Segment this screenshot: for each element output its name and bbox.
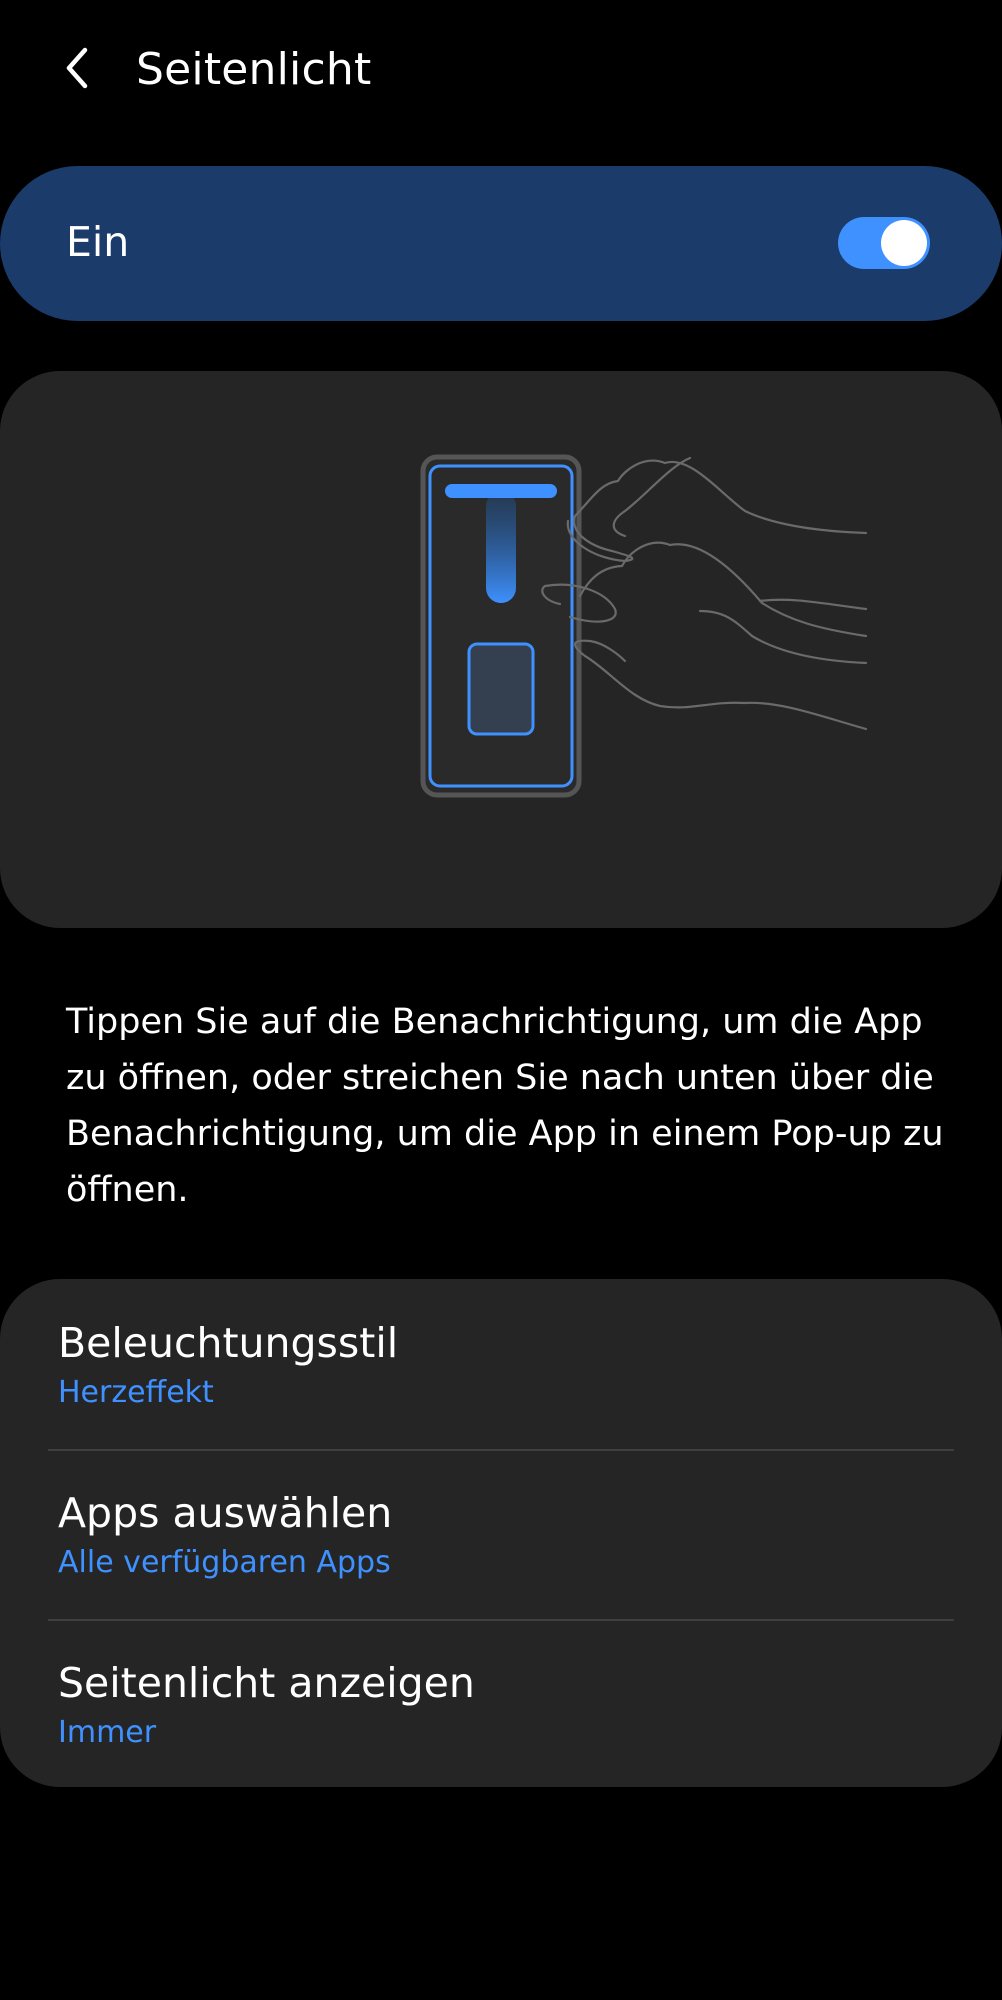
setting-value: Alle verfügbaren Apps <box>58 1545 391 1580</box>
setting-title: Beleuchtungsstil <box>58 1319 399 1367</box>
setting-title: Seitenlicht anzeigen <box>58 1659 475 1707</box>
description-text: Tippen Sie auf die Benachrichtigung, um … <box>66 1002 944 1210</box>
toggle-thumb <box>881 220 927 266</box>
master-toggle[interactable] <box>838 217 930 269</box>
edge-lighting-gesture-illustration <box>420 454 868 798</box>
setting-lighting-style[interactable]: Beleuchtungsstil Herzeffekt <box>0 1279 1002 1448</box>
back-button[interactable] <box>50 42 106 98</box>
master-switch-label: Ein <box>66 218 130 266</box>
settings-list: Beleuchtungsstil Herzeffekt Apps auswähl… <box>0 1279 1002 1787</box>
setting-show-edge-lighting[interactable]: Seitenlicht anzeigen Immer <box>0 1619 1002 1788</box>
setting-select-apps[interactable]: Apps auswählen Alle verfügbaren Apps <box>0 1449 1002 1618</box>
app-header: Seitenlicht <box>0 0 1002 140</box>
setting-title: Apps auswählen <box>58 1489 393 1537</box>
master-switch-bar[interactable]: Ein <box>0 166 1002 321</box>
page-title: Seitenlicht <box>136 44 372 95</box>
setting-value: Herzeffekt <box>58 1375 214 1410</box>
illustration-card <box>0 371 1002 928</box>
setting-value: Immer <box>58 1715 157 1750</box>
chevron-left-icon <box>61 45 95 95</box>
